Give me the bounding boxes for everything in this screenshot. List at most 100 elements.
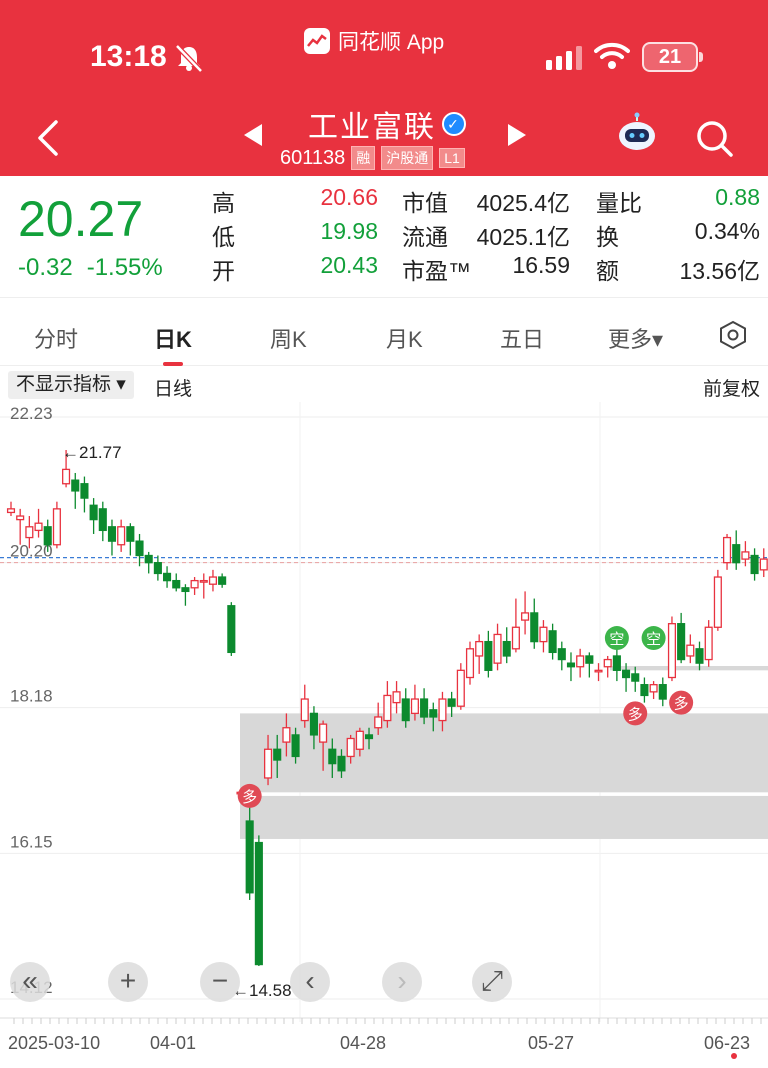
candle-body	[309, 712, 318, 736]
indicator-bar: 不显示指标 ▾ 日线 前复权	[0, 368, 768, 402]
candle-body	[163, 572, 172, 582]
candle-body	[337, 755, 346, 772]
back-arrow-icon[interactable]	[34, 118, 64, 158]
stat-value: 4025.4亿	[476, 190, 570, 216]
candle-body	[282, 727, 291, 743]
bell-muted-icon	[175, 44, 203, 72]
candle-body	[25, 526, 34, 539]
period-tabs: 分时 日K 周K 月K 五日 更多▾	[0, 310, 768, 366]
candle-body	[300, 698, 309, 722]
stock-code-row: 601138 融 沪股通 L1	[280, 146, 465, 170]
quote-row: 高 20.66 市值 4025.4亿 量比 0.88	[212, 184, 762, 218]
app-header: 13:18 同花顺 App 21 工业富联 ✓ 601138 融 沪股通 L1	[0, 0, 768, 176]
stat-label: 低	[212, 224, 235, 250]
candle-body	[355, 730, 364, 750]
candle-body	[447, 698, 456, 707]
stock-name-row: 工业富联 ✓	[308, 102, 466, 146]
candle-body	[502, 640, 511, 657]
verified-check-icon: ✓	[442, 112, 466, 136]
candle-body	[392, 691, 401, 704]
status-bar: 13:18 同花顺 App 21	[0, 0, 768, 100]
candle-body	[62, 468, 71, 485]
candle-body	[677, 623, 686, 661]
candle-body	[80, 483, 89, 499]
x-tick-label: 05-27	[528, 1033, 574, 1053]
stat-value: 19.98	[320, 218, 378, 244]
candle-body	[227, 605, 236, 654]
candle-body	[713, 576, 722, 628]
x-tick-label: 04-01	[150, 1033, 196, 1053]
candle-body	[328, 748, 337, 765]
candle-body	[346, 737, 355, 758]
stat-value: 4025.1亿	[476, 224, 570, 250]
x-tick-label: 2025-03-10	[8, 1033, 100, 1053]
candle-body	[383, 694, 392, 722]
candle-body	[750, 554, 759, 575]
stat-label: 量比	[596, 190, 642, 216]
price-change-row: -0.32 -1.55%	[18, 254, 163, 282]
tab-intraday[interactable]: 分时	[34, 322, 78, 354]
candle-body	[43, 526, 52, 546]
candle-body	[557, 648, 566, 661]
signal-badge-label: 多	[242, 788, 257, 806]
stat-value: 16.59	[512, 252, 570, 278]
stat-label: 市值	[402, 190, 448, 216]
scroll-to-start-button[interactable]: «	[10, 962, 50, 1002]
price-change-pct: -1.55%	[86, 254, 163, 281]
indicator-selector[interactable]: 不显示指标 ▾	[8, 371, 134, 399]
cellular-signal-icon	[546, 46, 582, 70]
x-tick-label: 06-23	[704, 1033, 750, 1053]
scroll-right-button[interactable]: ›	[382, 962, 422, 1002]
candle-body	[493, 633, 502, 664]
y-tick-label: 16.15	[10, 832, 53, 851]
candle-body	[667, 623, 677, 679]
candle-body	[6, 508, 16, 514]
source-app-indicator[interactable]: 同花顺 App	[304, 26, 444, 56]
app-logo-icon	[304, 28, 330, 54]
price-adjust-selector[interactable]: 前复权	[703, 374, 760, 401]
candle-body	[34, 522, 43, 532]
candle-body	[722, 536, 732, 564]
min-price-label: ←14.58	[232, 981, 292, 1000]
zoom-out-button[interactable]: −	[200, 962, 240, 1002]
stat-value: 0.34%	[694, 218, 760, 244]
candle-body	[759, 558, 768, 571]
candle-body	[566, 662, 576, 668]
candle-body	[245, 820, 254, 894]
candle-body	[71, 479, 80, 492]
chart-settings-hexagon-icon[interactable]	[718, 320, 748, 350]
candle-body	[576, 655, 585, 668]
tab-five-day[interactable]: 五日	[500, 322, 544, 354]
tab-monthly-k[interactable]: 月K	[386, 322, 423, 354]
fullscreen-button[interactable]: ⤢	[472, 962, 512, 1002]
tab-daily-k[interactable]: 日K	[154, 322, 192, 366]
candle-body	[695, 648, 704, 664]
next-stock-icon[interactable]	[508, 124, 526, 146]
candle-body	[401, 698, 410, 722]
candle-body	[291, 734, 300, 758]
candle-body	[420, 698, 429, 718]
candle-body	[254, 841, 263, 966]
line-type-label: 日线	[154, 379, 193, 400]
y-tick-label: 18.18	[10, 687, 53, 706]
zoom-in-button[interactable]: +	[108, 962, 148, 1002]
y-tick-label: 22.23	[10, 404, 53, 423]
stock-app: { "status_bar":{"time":"13:18","app_name…	[0, 0, 768, 1068]
candle-body	[594, 669, 603, 673]
scroll-left-button[interactable]: ‹	[290, 962, 330, 1002]
candle-body	[117, 526, 126, 546]
tab-more[interactable]: 更多▾	[608, 322, 663, 354]
tab-weekly-k[interactable]: 周K	[270, 322, 307, 354]
quote-panel: 20.27 -0.32 -1.55% 高 20.66 市值 4025.4亿 量比 0.88…	[0, 176, 768, 298]
candle-body	[410, 698, 419, 715]
ai-assistant-robot-icon[interactable]	[616, 112, 658, 154]
search-icon[interactable]	[694, 118, 734, 158]
candle-body	[172, 579, 181, 589]
candle-body	[218, 576, 227, 585]
stat-value: 20.43	[320, 252, 378, 278]
candle-body	[539, 626, 548, 643]
stock-switcher: 工业富联 ✓ 601138 融 沪股通 L1	[240, 100, 530, 170]
candle-body	[208, 576, 218, 585]
previous-stock-icon[interactable]	[244, 124, 262, 146]
connect-tag: 沪股通	[381, 146, 434, 170]
